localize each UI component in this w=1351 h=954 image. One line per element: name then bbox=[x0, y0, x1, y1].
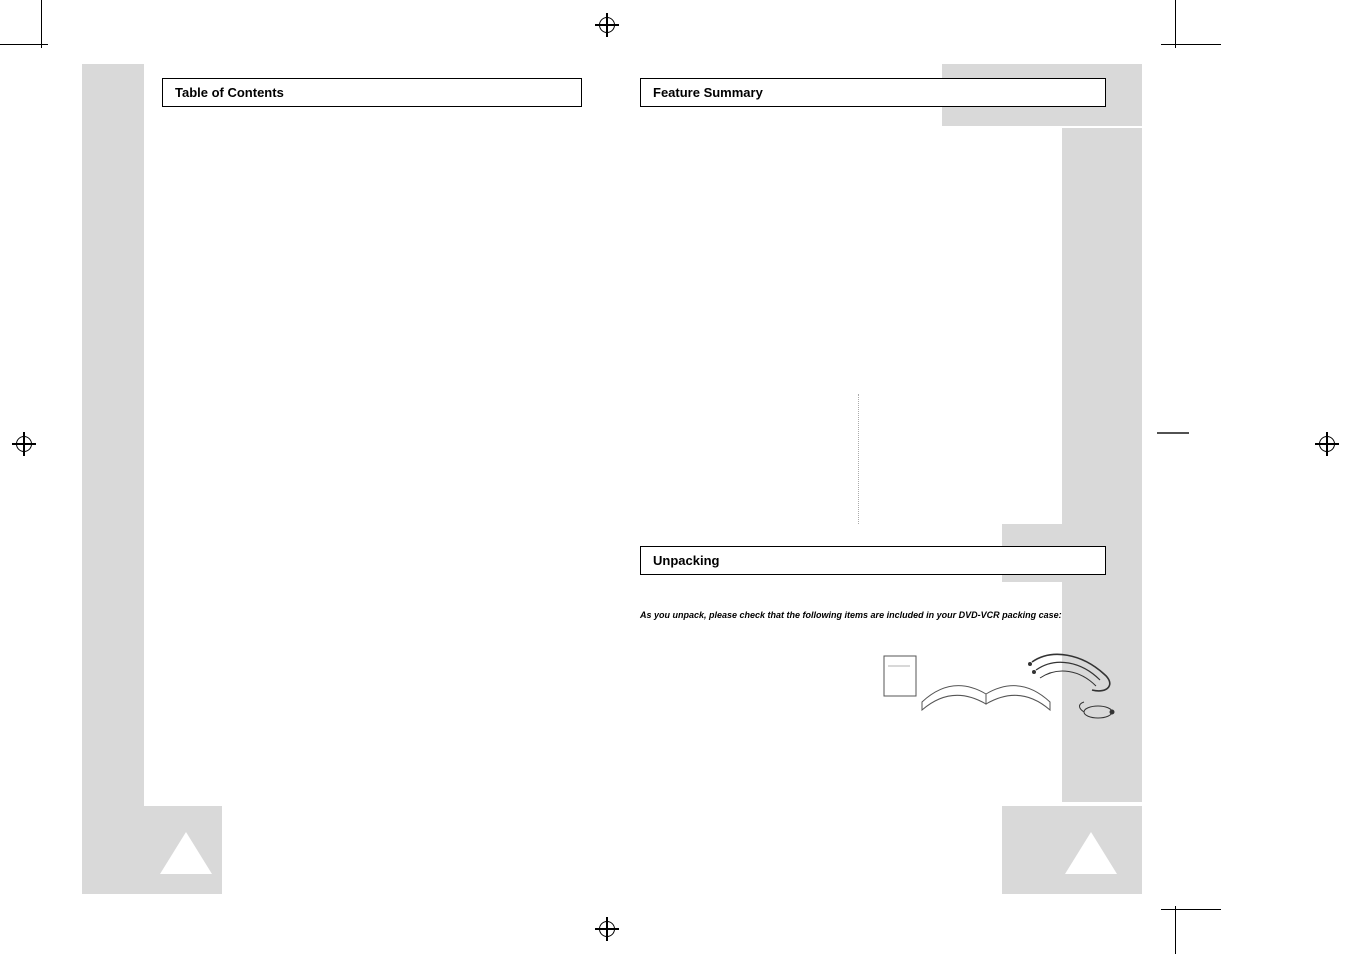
decorative-block bbox=[1062, 128, 1142, 524]
registration-mark-icon bbox=[595, 917, 619, 941]
section-heading-toc: Table of Contents bbox=[162, 78, 582, 107]
registration-mark-icon bbox=[595, 13, 619, 37]
crop-mark bbox=[1175, 906, 1176, 954]
crop-mark bbox=[0, 44, 48, 45]
triangle-icon bbox=[1065, 832, 1117, 874]
registration-mark-icon bbox=[1315, 432, 1339, 456]
divider-dotted bbox=[858, 394, 859, 524]
registration-mark-icon bbox=[12, 432, 36, 456]
page-spread: Table of Contents Feature Summary Unpack… bbox=[82, 64, 1142, 894]
crop-mark bbox=[1175, 0, 1176, 48]
crop-mark bbox=[1161, 44, 1221, 45]
section-heading-unpacking: Unpacking bbox=[640, 546, 1106, 575]
unpacking-note: As you unpack, please check that the fol… bbox=[640, 610, 1062, 620]
crop-mark bbox=[1161, 909, 1221, 910]
accessories-illustration bbox=[882, 644, 1122, 734]
page-right: Feature Summary Unpacking As you unpack,… bbox=[612, 64, 1142, 894]
decorative-block bbox=[82, 64, 144, 894]
triangle-icon bbox=[160, 832, 212, 874]
section-heading-feature-summary: Feature Summary bbox=[640, 78, 1106, 107]
crop-mark bbox=[41, 0, 42, 48]
page-left: Table of Contents bbox=[82, 64, 612, 894]
divider bbox=[1157, 432, 1189, 434]
